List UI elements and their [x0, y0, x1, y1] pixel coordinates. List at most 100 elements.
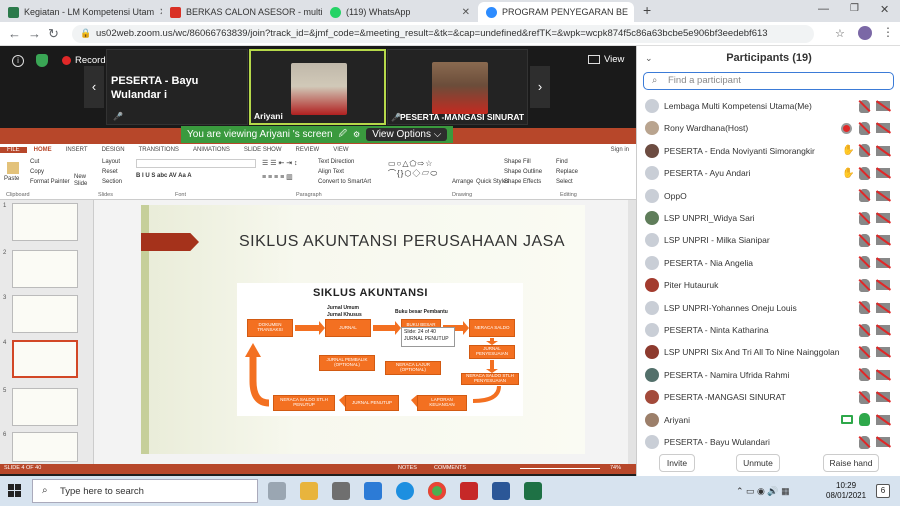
font-select[interactable]: [136, 159, 256, 168]
notes-button[interactable]: NOTES: [398, 465, 417, 471]
slide-thumbnail[interactable]: [12, 295, 78, 333]
view-options-button[interactable]: View Options ⌵: [366, 128, 448, 141]
ppt-signin[interactable]: Sign in: [604, 147, 636, 153]
back-icon[interactable]: ←: [8, 26, 21, 41]
url-input[interactable]: 🔒 us02web.zoom.us/wc/86066763839/join?tr…: [72, 25, 814, 43]
participant-row[interactable]: Rony Wardhana(Host): [637, 117, 900, 139]
settings-icon[interactable]: ⚙: [353, 130, 360, 139]
info-icon[interactable]: i: [12, 55, 24, 67]
view-grid-icon[interactable]: [588, 55, 600, 64]
participant-row[interactable]: PESERTA - Ninta Katharina: [637, 319, 900, 341]
ppt-tab-transitions[interactable]: TRANSITIONS: [132, 147, 186, 153]
shape-outline-button[interactable]: Shape Outline: [504, 169, 542, 175]
align-text-button[interactable]: Align Text: [318, 169, 344, 175]
participant-row[interactable]: LSP UNPRI - Milka Sianipar: [637, 229, 900, 251]
participant-search-input[interactable]: ⌕ Find a participant: [643, 72, 894, 90]
view-button[interactable]: View: [604, 54, 624, 65]
slide-thumbnail[interactable]: [12, 388, 78, 426]
ppt-tab-view[interactable]: VIEW: [326, 147, 355, 153]
shape-effects-button[interactable]: Shape Effects: [504, 179, 541, 185]
shield-icon[interactable]: [36, 54, 48, 67]
layout-button[interactable]: Layout: [102, 159, 120, 165]
browser-tab-kegiatan[interactable]: Kegiatan - LM Kompetensi Utam ✕: [0, 2, 162, 22]
participant-row[interactable]: PESERTA - Bayu Wulandari: [637, 431, 900, 453]
font-style-icons[interactable]: B I U S abc AV Aa A: [136, 173, 192, 179]
align-icons[interactable]: ≡ ≡ ≡ ≡ ▥: [262, 173, 293, 181]
ppt-tab-design[interactable]: DESIGN: [95, 147, 132, 153]
prev-video-button[interactable]: ‹: [84, 66, 104, 108]
text-direction-button[interactable]: Text Direction: [318, 159, 354, 165]
chrome-icon[interactable]: [428, 482, 446, 500]
list-icons[interactable]: ☰ ☰ ⇤ ⇥ ↕: [262, 159, 298, 167]
convert-smartart-button[interactable]: Convert to SmartArt: [318, 179, 371, 185]
ppt-tab-animations[interactable]: ANIMATIONS: [186, 147, 237, 153]
participant-row[interactable]: Piter Hutauruk: [637, 274, 900, 296]
tray-icons[interactable]: ⌃ ▭ ◉ 🔊 ▦: [736, 486, 790, 497]
star-icon[interactable]: ☆: [835, 27, 845, 40]
participant-row[interactable]: LSP UNPRI_Widya Sari: [637, 207, 900, 229]
video-tile-mangasi[interactable]: PESERTA -MANGASI SINURAT 🎤: [387, 49, 528, 125]
format-painter-button[interactable]: Format Painter: [30, 179, 70, 185]
shape-fill-button[interactable]: Shape Fill: [504, 159, 531, 165]
participant-row[interactable]: Ariyani: [637, 409, 900, 431]
ppt-tab-slideshow[interactable]: SLIDE SHOW: [237, 147, 289, 153]
reload-icon[interactable]: ↻: [48, 26, 59, 42]
ppt-tab-file[interactable]: FILE: [0, 147, 27, 153]
word-icon[interactable]: [492, 482, 510, 500]
browser-tab-berkas[interactable]: BERKAS CALON ASESOR - multik ✕: [162, 2, 322, 22]
participant-row[interactable]: PESERTA - Nia Angelia: [637, 252, 900, 274]
close-tab-icon[interactable]: ✕: [462, 7, 470, 18]
taskbar-clock[interactable]: 10:29 08/01/2021: [826, 481, 866, 501]
participant-row[interactable]: LSP UNPRI-Yohannes Oneju Louis: [637, 297, 900, 319]
windows-start-icon[interactable]: [8, 484, 21, 497]
file-explorer-icon[interactable]: [300, 482, 318, 500]
invite-button[interactable]: Invite: [659, 454, 695, 472]
slide-canvas[interactable]: SIKLUS AKUNTANSI PERUSAHAAN JASA SIKLUS …: [141, 205, 585, 454]
store-icon[interactable]: [332, 482, 350, 500]
shapes-gallery[interactable]: ▭○△⬠⇨☆ ⌒{}⬡◇▱⬭: [388, 159, 438, 179]
participant-row[interactable]: PESERTA - Ayu Andari ✋: [637, 162, 900, 184]
media-app-icon[interactable]: [460, 482, 478, 500]
close-tab-icon[interactable]: ✕: [633, 7, 634, 18]
notifications-badge[interactable]: 6: [876, 484, 890, 498]
excel-icon[interactable]: [524, 482, 542, 500]
new-tab-icon[interactable]: +: [643, 2, 651, 18]
raise-hand-button[interactable]: Raise hand: [823, 454, 879, 472]
find-button[interactable]: Find: [556, 159, 568, 165]
select-button[interactable]: Select: [556, 179, 573, 185]
taskbar-search-input[interactable]: ⌕ Type here to search: [32, 479, 258, 503]
section-button[interactable]: Section: [102, 179, 122, 185]
participant-row[interactable]: PESERTA -MANGASI SINURAT: [637, 386, 900, 408]
replace-button[interactable]: Replace: [556, 169, 578, 175]
maximize-icon[interactable]: ❐: [850, 3, 859, 14]
slide-scrollbar[interactable]: [628, 200, 636, 464]
participant-row[interactable]: LSP UNPRI Six And Tri All To Nine Naingg…: [637, 341, 900, 363]
next-video-button[interactable]: ›: [530, 66, 550, 108]
copy-button[interactable]: Copy: [30, 169, 44, 175]
forward-icon[interactable]: →: [28, 26, 41, 41]
close-window-icon[interactable]: ✕: [880, 3, 889, 16]
video-tile-speaker[interactable]: PESERTA - Bayu Wulandar i 🎤: [106, 49, 248, 125]
zoom-slider[interactable]: [520, 468, 600, 469]
minimize-icon[interactable]: —: [818, 3, 829, 15]
browser-tab-whatsapp[interactable]: (119) WhatsApp ✕: [322, 2, 478, 22]
menu-icon[interactable]: ⋮: [882, 25, 894, 39]
slide-thumbnail[interactable]: [12, 432, 78, 462]
participant-row[interactable]: PESERTA - Namira Ufrida Rahmi: [637, 364, 900, 386]
participant-row[interactable]: Lembaga Multi Kompetensi Utama(Me): [637, 95, 900, 117]
mail-icon[interactable]: [364, 482, 382, 500]
unmute-button[interactable]: Unmute: [736, 454, 780, 472]
profile-avatar[interactable]: [858, 26, 872, 40]
ppt-tab-home[interactable]: HOME: [27, 147, 59, 153]
ppt-tab-review[interactable]: REVIEW: [289, 147, 327, 153]
edge-icon[interactable]: [396, 482, 414, 500]
new-slide-button[interactable]: New Slide: [74, 174, 94, 188]
reset-button[interactable]: Reset: [102, 169, 118, 175]
participant-row[interactable]: OppO: [637, 185, 900, 207]
slide-thumbnail[interactable]: [12, 250, 78, 288]
slide-thumbnail-selected[interactable]: [12, 340, 78, 378]
arrange-button[interactable]: Arrange: [452, 179, 473, 185]
slide-thumbnail[interactable]: [12, 203, 78, 241]
participant-row[interactable]: PESERTA - Enda Noviyanti Simorangkir ✋: [637, 140, 900, 162]
ppt-tab-insert[interactable]: INSERT: [59, 147, 95, 153]
